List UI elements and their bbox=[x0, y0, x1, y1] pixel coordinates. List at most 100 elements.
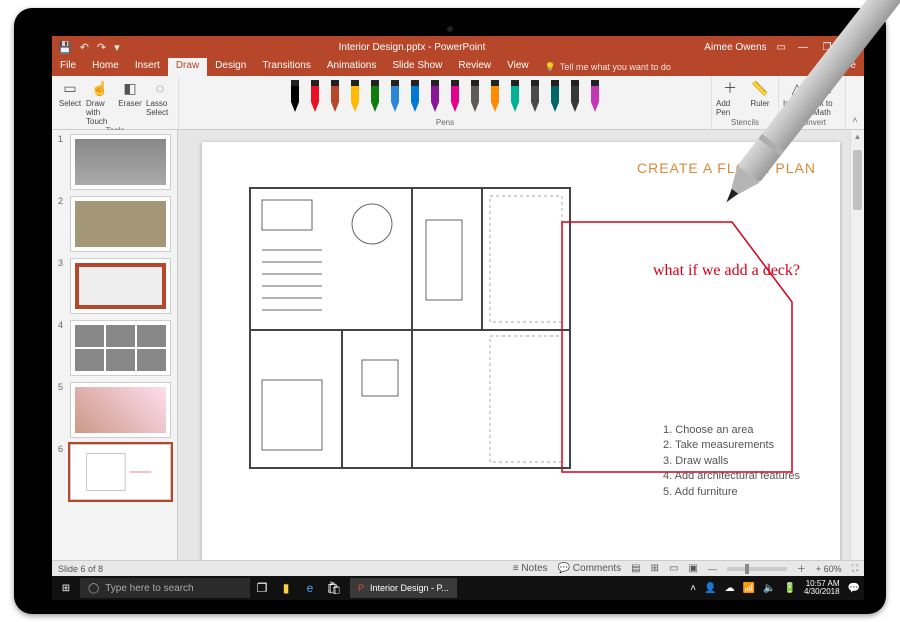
pen-7[interactable] bbox=[426, 78, 444, 116]
thumb-1[interactable] bbox=[70, 134, 171, 190]
pen-2[interactable] bbox=[326, 78, 344, 116]
thumb-4[interactable] bbox=[70, 320, 171, 376]
taskbar-search[interactable]: ◯ Type here to search bbox=[80, 578, 250, 598]
tab-slideshow[interactable]: Slide Show bbox=[384, 58, 450, 76]
tab-animations[interactable]: Animations bbox=[319, 58, 384, 76]
fit-to-window-icon[interactable]: ⛶ bbox=[852, 563, 858, 574]
pen-6[interactable] bbox=[406, 78, 424, 116]
explorer-icon[interactable]: ▮ bbox=[274, 581, 298, 595]
convert-group-label: Convert bbox=[798, 118, 826, 129]
tablet-bezel: 💾 ↶ ↷ ▾ Interior Design.pptx - PowerPoin… bbox=[14, 8, 886, 614]
bulb-icon: 💡 bbox=[545, 62, 556, 73]
tab-file[interactable]: File bbox=[52, 58, 84, 76]
action-center-icon[interactable]: 💬 bbox=[848, 583, 860, 594]
tray-chevron-icon[interactable]: ˄ bbox=[690, 583, 696, 594]
taskbar-clock[interactable]: 10:57 AM 4/30/2018 bbox=[804, 580, 840, 596]
pen-15[interactable] bbox=[586, 78, 604, 116]
task-view-icon[interactable]: ❐ bbox=[250, 581, 274, 595]
draw-touch-tool[interactable]: ☝Draw with Touch bbox=[86, 78, 114, 126]
pen-4[interactable] bbox=[366, 78, 384, 116]
tab-review[interactable]: Review bbox=[450, 58, 499, 76]
tray-people-icon[interactable]: 👤 bbox=[704, 583, 716, 594]
redo-icon[interactable]: ↷ bbox=[97, 41, 106, 54]
ribbon-tabs: File Home Insert Draw Design Transitions… bbox=[52, 58, 864, 76]
maximize-button[interactable]: ❐ bbox=[820, 42, 834, 53]
ink-to-shape-button[interactable]: △Ink to Shape bbox=[783, 78, 811, 117]
tray-volume-icon[interactable]: 🔈 bbox=[763, 583, 775, 594]
collapse-ribbon-icon[interactable]: ˄ bbox=[846, 76, 864, 129]
document-title: Interior Design.pptx - PowerPoint bbox=[120, 42, 705, 53]
tray-battery-icon[interactable]: 🔋 bbox=[784, 583, 796, 594]
lasso-tool[interactable]: ◌Lasso Select bbox=[146, 78, 174, 126]
pen-11[interactable] bbox=[506, 78, 524, 116]
zoom-slider[interactable] bbox=[727, 567, 787, 571]
slideshow-view-icon[interactable]: ▣ bbox=[688, 563, 697, 574]
tab-design[interactable]: Design bbox=[207, 58, 254, 76]
zoom-value[interactable]: + 60% bbox=[816, 564, 842, 574]
running-title: Interior Design - P... bbox=[370, 583, 449, 593]
tray-onedrive-icon[interactable]: ☁ bbox=[725, 583, 735, 594]
cortana-icon: ◯ bbox=[88, 583, 99, 594]
thumb-2[interactable] bbox=[70, 196, 171, 252]
tab-transitions[interactable]: Transitions bbox=[254, 58, 319, 76]
taskbar-powerpoint[interactable]: P Interior Design - P... bbox=[350, 578, 457, 598]
thumb-5[interactable] bbox=[70, 382, 171, 438]
pen-13[interactable] bbox=[546, 78, 564, 116]
add-pen-button[interactable]: ＋Add Pen bbox=[716, 78, 744, 117]
screen: 💾 ↶ ↷ ▾ Interior Design.pptx - PowerPoin… bbox=[52, 36, 864, 600]
normal-view-icon[interactable]: ▤ bbox=[631, 563, 640, 574]
zoom-in[interactable]: ＋ bbox=[797, 562, 806, 575]
ink-to-math-button[interactable]: πInk to Math bbox=[813, 78, 841, 117]
thumb-6[interactable] bbox=[70, 444, 171, 500]
start-button[interactable]: ⊞ bbox=[52, 583, 80, 594]
reading-view-icon[interactable]: ▭ bbox=[669, 563, 678, 574]
step-3: 3. Draw walls bbox=[663, 454, 800, 469]
work-area: 1 2 3 4 5 6 CREATE A FLOOR PLAN bbox=[52, 130, 864, 584]
edge-icon[interactable]: e bbox=[298, 581, 322, 595]
ribbon-options-icon[interactable]: ▭ bbox=[777, 42, 786, 53]
slide-canvas[interactable]: CREATE A FLOOR PLAN bbox=[178, 130, 864, 584]
close-button[interactable]: ✕ bbox=[844, 42, 858, 53]
autosave-icon[interactable]: 💾 bbox=[58, 41, 72, 54]
pen-12[interactable] bbox=[526, 78, 544, 116]
user-name[interactable]: Aimee Owens bbox=[704, 42, 766, 53]
ribbon: ▭Select ☝Draw with Touch ◧Eraser ◌Lasso … bbox=[52, 76, 864, 130]
pen-5[interactable] bbox=[386, 78, 404, 116]
step-5: 5. Add furniture bbox=[663, 485, 800, 500]
pen-1[interactable] bbox=[306, 78, 324, 116]
eraser-tool[interactable]: ◧Eraser bbox=[116, 78, 144, 126]
ribbon-group-tools: ▭Select ☝Draw with Touch ◧Eraser ◌Lasso … bbox=[52, 76, 179, 129]
pen-10[interactable] bbox=[486, 78, 504, 116]
select-tool[interactable]: ▭Select bbox=[56, 78, 84, 126]
pen-3[interactable] bbox=[346, 78, 364, 116]
pen-8[interactable] bbox=[446, 78, 464, 116]
search-placeholder: Type here to search bbox=[105, 583, 193, 594]
share-button[interactable]: Share bbox=[821, 58, 864, 76]
sorter-view-icon[interactable]: ⊞ bbox=[651, 563, 659, 574]
tab-insert[interactable]: Insert bbox=[127, 58, 168, 76]
scrollbar-thumb[interactable] bbox=[853, 150, 862, 210]
qat-dropdown-icon[interactable]: ▾ bbox=[114, 41, 120, 54]
notes-button[interactable]: ≡ Notes bbox=[513, 563, 548, 574]
title-bar: 💾 ↶ ↷ ▾ Interior Design.pptx - PowerPoin… bbox=[52, 36, 864, 58]
zoom-out[interactable]: — bbox=[708, 564, 717, 574]
slide-steps: 1. Choose an area 2. Take measurements 3… bbox=[663, 423, 800, 500]
tab-view[interactable]: View bbox=[499, 58, 537, 76]
tell-me-search[interactable]: 💡 Tell me what you want to do bbox=[537, 58, 671, 76]
minimize-button[interactable]: — bbox=[796, 42, 810, 53]
ruler-button[interactable]: 📏Ruler bbox=[746, 78, 774, 117]
tablet-camera bbox=[447, 26, 453, 32]
tab-draw[interactable]: Draw bbox=[168, 58, 207, 76]
vertical-scrollbar[interactable]: ▲ ▼ bbox=[850, 130, 864, 584]
tab-home[interactable]: Home bbox=[84, 58, 127, 76]
store-icon[interactable]: 🛍 bbox=[322, 581, 346, 595]
undo-icon[interactable]: ↶ bbox=[80, 41, 89, 54]
powerpoint-icon: P bbox=[358, 583, 364, 593]
slide-thumbnails[interactable]: 1 2 3 4 5 6 bbox=[52, 130, 178, 584]
comments-button[interactable]: 💬 Comments bbox=[558, 563, 622, 574]
pen-9[interactable] bbox=[466, 78, 484, 116]
tray-wifi-icon[interactable]: 📶 bbox=[743, 583, 755, 594]
thumb-3[interactable] bbox=[70, 258, 171, 314]
pen-14[interactable] bbox=[566, 78, 584, 116]
pen-0[interactable] bbox=[286, 78, 304, 116]
